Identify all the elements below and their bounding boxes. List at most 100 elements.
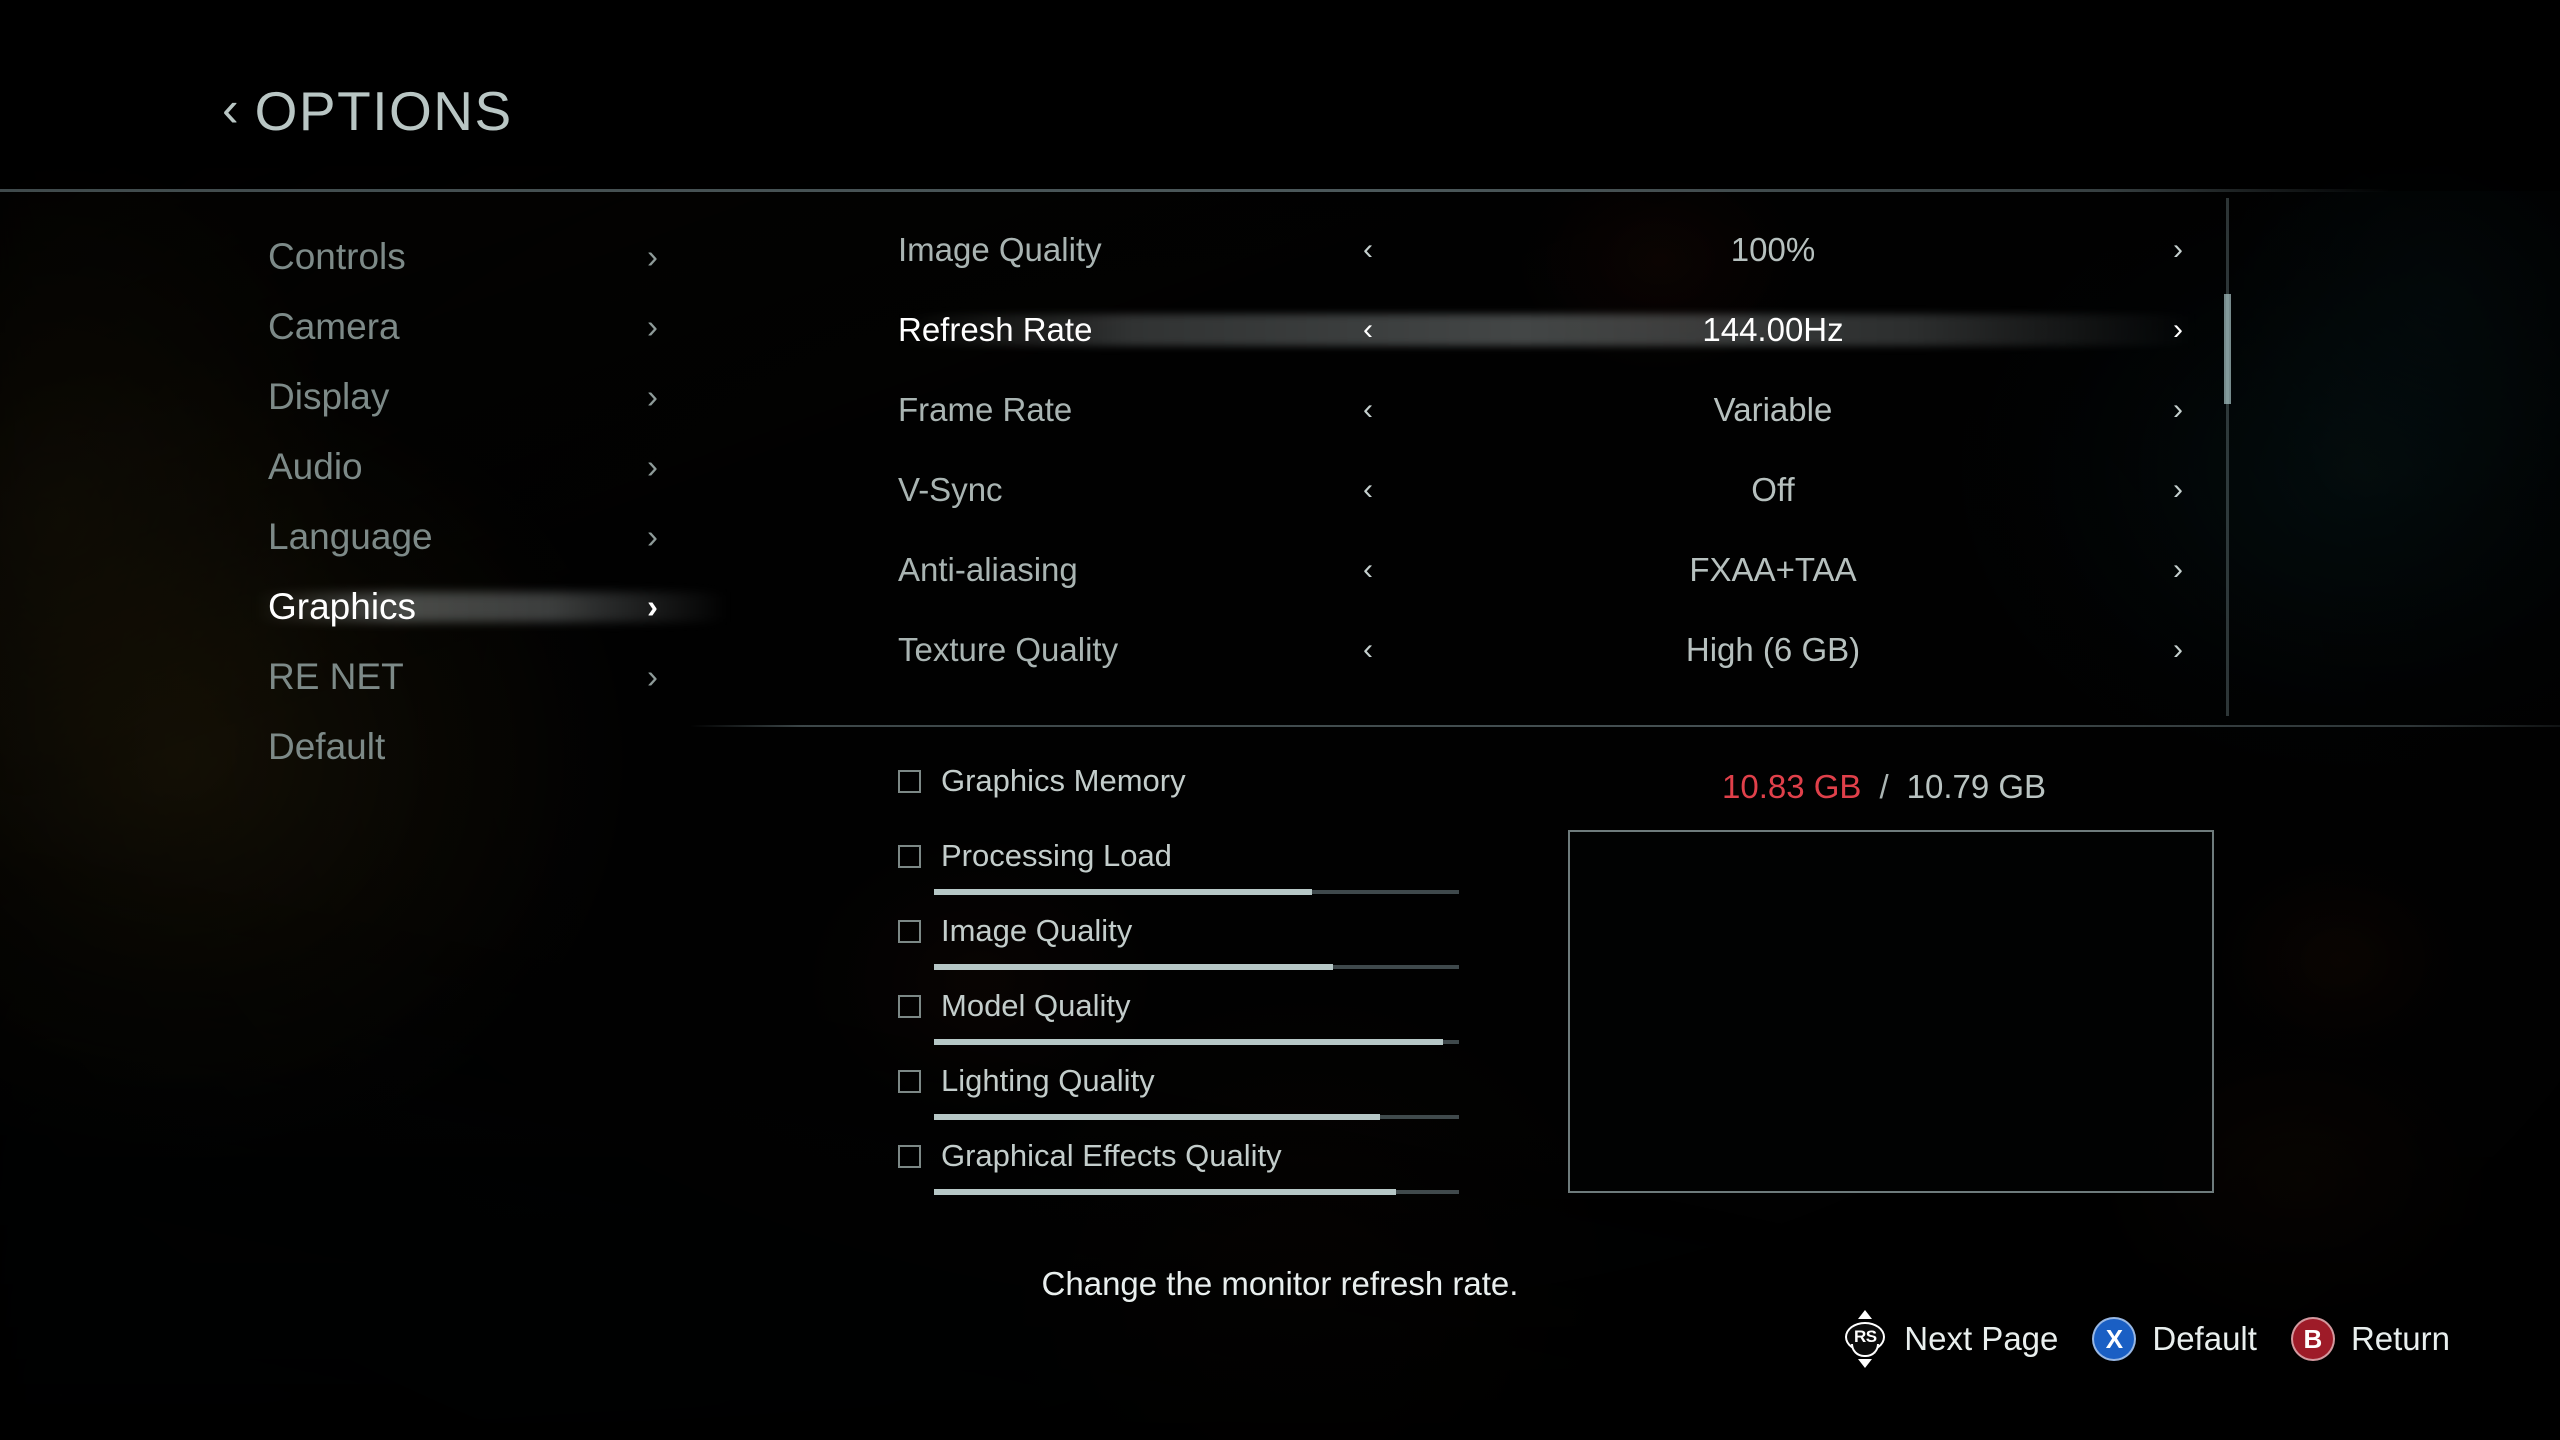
sidebar-item-audio[interactable]: Audio › xyxy=(268,432,718,502)
meter-label: Lighting Quality xyxy=(941,1063,1155,1098)
prompt-label: Return xyxy=(2350,1320,2450,1357)
chevron-right-icon: › xyxy=(647,308,658,345)
meter-header: Lighting Quality xyxy=(898,1063,1538,1099)
setting-value: Variable xyxy=(1713,391,1833,428)
meter-row-image-quality[interactable]: Image Quality xyxy=(898,913,1538,988)
settings-scrollbar-thumb[interactable] xyxy=(2224,294,2231,404)
meter-bar-fill xyxy=(934,889,1312,895)
checkbox-icon[interactable] xyxy=(898,994,921,1018)
sidebar-item-display[interactable]: Display › xyxy=(268,362,718,432)
checkbox-icon[interactable] xyxy=(898,919,921,943)
sidebar-item-graphics[interactable]: Graphics › xyxy=(268,572,718,642)
sidebar-item-default[interactable]: Default xyxy=(268,712,718,782)
setting-row-texture-quality[interactable]: Texture Quality ‹ High (6 GB) › xyxy=(898,610,2198,690)
stepper-increment-icon[interactable]: › xyxy=(2158,393,2198,427)
meter-row-processing-load[interactable]: Processing Load xyxy=(898,838,1538,913)
meter-header: Image Quality xyxy=(898,913,1538,949)
prompt-default[interactable]: X Default xyxy=(2092,1317,2257,1361)
checkbox-icon[interactable] xyxy=(898,769,921,793)
prompt-label: Next Page xyxy=(1904,1320,2059,1357)
meter-bar-track xyxy=(934,964,1459,970)
memory-used-value: 10.83 GB xyxy=(1722,768,1862,805)
header-divider xyxy=(0,189,2390,192)
setting-value: High (6 GB) xyxy=(1685,631,1861,668)
stick-up-arrow-icon xyxy=(1858,1310,1873,1319)
setting-label: Texture Quality xyxy=(898,631,1119,668)
header-bar: ‹ OPTIONS xyxy=(0,0,2560,191)
checkbox-icon[interactable] xyxy=(898,844,921,868)
sidebar-item-label: Controls xyxy=(268,236,406,277)
chevron-right-icon: › xyxy=(647,518,658,555)
meter-bar-fill xyxy=(934,964,1333,970)
checkbox-icon[interactable] xyxy=(898,1144,921,1168)
meter-row-model-quality[interactable]: Model Quality xyxy=(898,988,1538,1063)
button-b-icon: B xyxy=(2290,1317,2335,1361)
meter-bar-fill xyxy=(934,1114,1381,1120)
setting-stepper: ‹ 100% › xyxy=(1338,231,2198,269)
page-title: ‹ OPTIONS xyxy=(222,84,513,139)
sidebar-item-camera[interactable]: Camera › xyxy=(268,292,718,362)
meter-row-graphical-effects-quality[interactable]: Graphical Effects Quality xyxy=(898,1138,1538,1213)
setting-value: 100% xyxy=(1730,231,1816,268)
meter-bar-track xyxy=(934,1114,1459,1120)
setting-label: Image Quality xyxy=(898,231,1102,268)
help-text: Change the monitor refresh rate. xyxy=(1041,1265,1519,1302)
sidebar-nav: Controls › Camera › Display › Audio › Language › G… xyxy=(268,222,718,782)
setting-label: Frame Rate xyxy=(898,391,1073,428)
stepper-decrement-icon[interactable]: ‹ xyxy=(1348,393,1388,427)
chevron-left-icon[interactable]: ‹ xyxy=(222,84,239,134)
setting-row-refresh-rate[interactable]: Refresh Rate ‹ 144.00Hz › xyxy=(898,290,2198,370)
checkbox-icon[interactable] xyxy=(898,1069,921,1093)
meter-bar-fill xyxy=(934,1039,1444,1045)
options-screen: ‹ OPTIONS Controls › Camera › Display › Audio ›… xyxy=(0,0,2560,1440)
sidebar-item-re-net[interactable]: RE NET › xyxy=(268,642,718,712)
meter-row-graphics-memory[interactable]: Graphics Memory xyxy=(898,763,1538,838)
meter-label: Processing Load xyxy=(941,838,1172,873)
setting-stepper: ‹ High (6 GB) › xyxy=(1338,631,2198,669)
section-divider xyxy=(690,725,2560,727)
prompt-next-page[interactable]: RS Next Page xyxy=(1842,1310,2058,1368)
sidebar-item-controls[interactable]: Controls › xyxy=(268,222,718,292)
meters-list: Graphics Memory Processing Load Image Qual… xyxy=(898,763,1538,1213)
meter-label: Model Quality xyxy=(941,988,1131,1023)
chevron-right-icon: › xyxy=(647,448,658,485)
setting-row-v-sync[interactable]: V-Sync ‹ Off › xyxy=(898,450,2198,530)
settings-scrollbar-track[interactable] xyxy=(2226,198,2229,716)
meter-row-lighting-quality[interactable]: Lighting Quality xyxy=(898,1063,1538,1138)
stepper-decrement-icon[interactable]: ‹ xyxy=(1348,553,1388,587)
meter-bar-track xyxy=(934,1039,1459,1045)
sidebar-item-label: Display xyxy=(268,376,390,417)
sidebar-item-label: RE NET xyxy=(268,656,404,697)
setting-stepper: ‹ Off › xyxy=(1338,471,2198,509)
graphics-memory-value: 10.83 GB / 10.79 GB xyxy=(1722,768,2046,806)
stepper-increment-icon[interactable]: › xyxy=(2158,633,2198,667)
graphics-preview-box xyxy=(1568,830,2214,1193)
chevron-right-icon: › xyxy=(647,238,658,275)
setting-value: Off xyxy=(1751,471,1795,508)
meter-header: Model Quality xyxy=(898,988,1538,1024)
stepper-decrement-icon[interactable]: ‹ xyxy=(1348,633,1388,667)
stepper-decrement-icon[interactable]: ‹ xyxy=(1348,473,1388,507)
meter-label: Graphics Memory xyxy=(941,763,1186,798)
setting-row-frame-rate[interactable]: Frame Rate ‹ Variable › xyxy=(898,370,2198,450)
button-prompts: RS Next Page X Default B Return xyxy=(1842,1310,2450,1368)
stepper-increment-icon[interactable]: › xyxy=(2158,233,2198,267)
meter-label: Image Quality xyxy=(941,913,1133,948)
memory-separator: / xyxy=(1879,768,1889,805)
prompt-return[interactable]: B Return xyxy=(2290,1317,2450,1361)
stepper-decrement-icon[interactable]: ‹ xyxy=(1348,233,1388,267)
stepper-increment-icon[interactable]: › xyxy=(2158,313,2198,347)
chevron-right-icon: › xyxy=(647,588,658,625)
setting-value: 144.00Hz xyxy=(1702,311,1844,348)
setting-row-image-quality[interactable]: Image Quality ‹ 100% › xyxy=(898,210,2198,290)
setting-row-anti-aliasing[interactable]: Anti-aliasing ‹ FXAA+TAA › xyxy=(898,530,2198,610)
stepper-increment-icon[interactable]: › xyxy=(2158,553,2198,587)
sidebar-item-language[interactable]: Language › xyxy=(268,502,718,572)
right-stick-icon: RS xyxy=(1842,1310,1888,1368)
setting-value: FXAA+TAA xyxy=(1689,551,1857,588)
sidebar-item-label: Language xyxy=(268,516,433,557)
stepper-increment-icon[interactable]: › xyxy=(2158,473,2198,507)
stick-base xyxy=(1851,1344,1880,1357)
stepper-decrement-icon[interactable]: ‹ xyxy=(1348,313,1388,347)
sidebar-item-label: Camera xyxy=(268,306,400,347)
